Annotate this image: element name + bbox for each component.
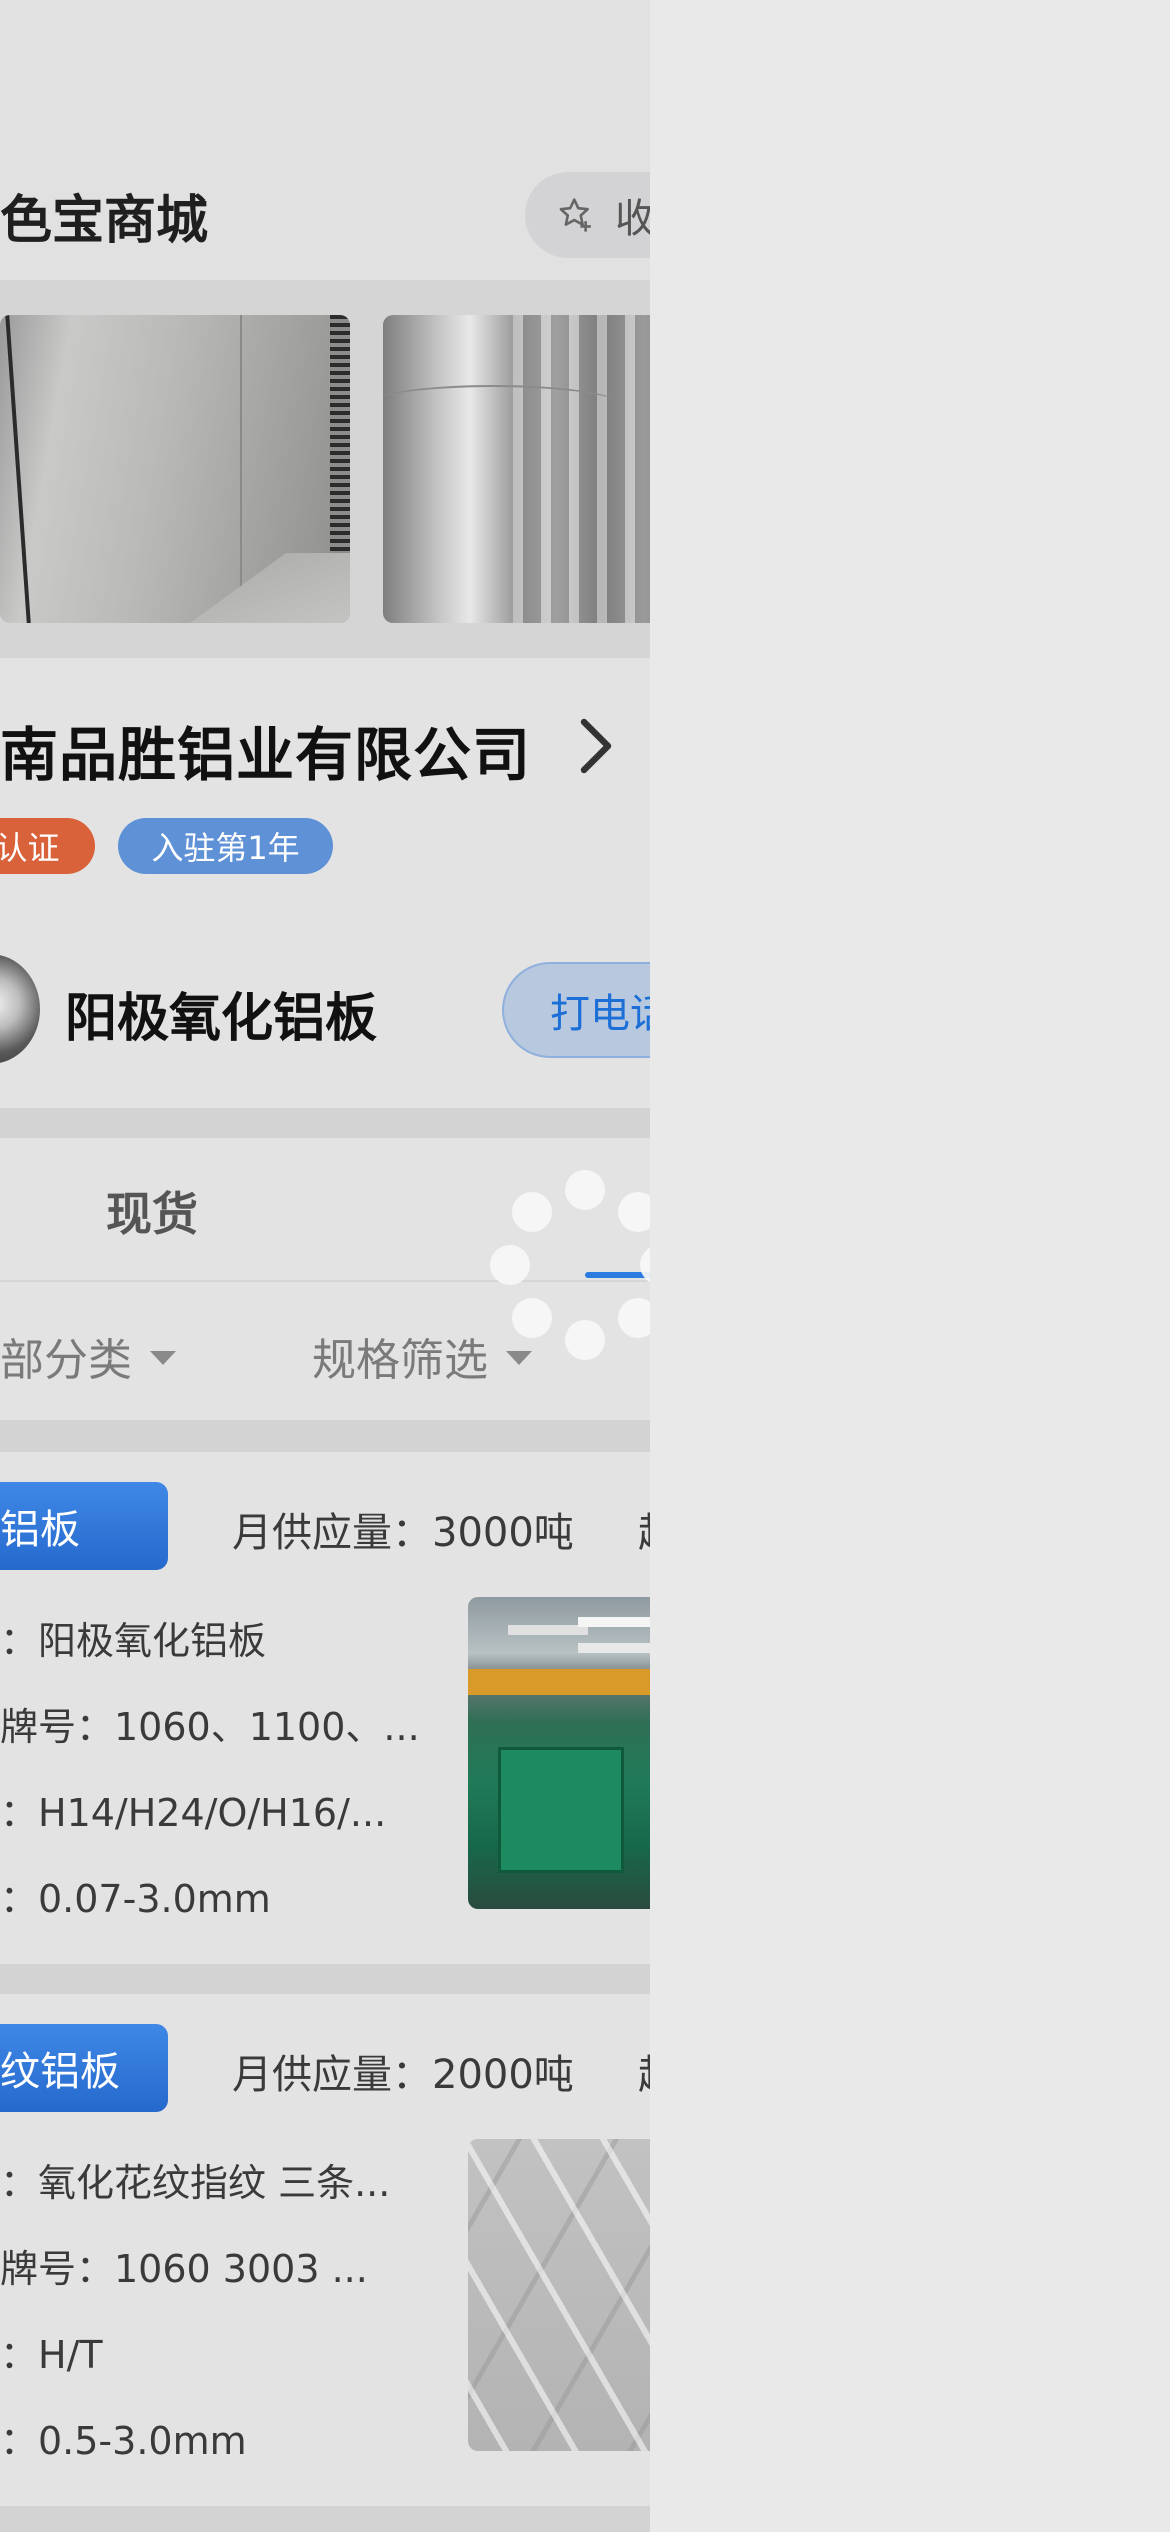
membership-year-badge: 入驻第1年 <box>118 818 333 874</box>
company-name[interactable]: 南品胜铝业有限公司 <box>0 708 531 792</box>
product-category-tag: 纹铝板 <box>0 2024 168 2112</box>
divider <box>0 1420 650 1452</box>
certified-badge: 认证 <box>0 818 95 874</box>
favorite-label: 收 <box>615 196 650 242</box>
mall-title: 色宝商城 <box>0 191 209 251</box>
product-name-line: ：阳极氧化铝板 <box>0 1619 267 1663</box>
loading-spinner-icon <box>490 1170 650 1360</box>
store-header: 色宝商城 收 <box>0 0 650 280</box>
thickness-line: ：0.5-3.0mm <box>0 2419 247 2463</box>
product-name-line: ：氧化花纹指纹 三条... <box>0 2161 391 2205</box>
call-label: 打电话 <box>550 991 650 1037</box>
grade-line: 牌号：1060 3003 ... <box>0 2247 368 2291</box>
company-section: 南品胜铝业有限公司 认证 入驻第1年 阳极氧化铝板 打电话 <box>0 658 650 1108</box>
star-plus-icon <box>559 198 591 232</box>
temper-line: ：H/T <box>0 2333 103 2377</box>
empty-area <box>650 0 1170 2532</box>
category-filter-label: 部分类 <box>0 1335 132 1386</box>
product-card[interactable]: 铝板 月供应量：3000吨 起 ：阳极氧化铝板 牌号：1060、1100、...… <box>0 1452 650 1964</box>
store-page: 色宝商城 收 南品胜铝业有限公司 认证 入驻第1年 阳极氧化铝板 打电话 <box>0 0 650 2532</box>
supply-tail: 起 <box>638 1500 650 1558</box>
product-image[interactable] <box>468 2139 650 2451</box>
featured-product-title: 阳极氧化铝板 <box>65 989 378 1049</box>
column-panel-photo[interactable] <box>383 315 650 623</box>
divider <box>0 1964 650 1994</box>
call-button[interactable]: 打电话 <box>502 962 650 1058</box>
chevron-right-icon[interactable] <box>578 716 614 776</box>
favorite-button[interactable]: 收 <box>525 172 650 258</box>
divider <box>0 2506 650 2532</box>
spec-filter-label: 规格筛选 <box>312 1335 488 1386</box>
avatar <box>0 954 40 1064</box>
monthly-supply: 月供应量：3000吨 <box>232 1510 574 1556</box>
category-filter[interactable]: 部分类 <box>0 1324 176 1388</box>
grade-line: 牌号：1060、1100、... <box>0 1705 420 1749</box>
divider <box>0 1108 650 1138</box>
product-card[interactable]: 纹铝板 月供应量：2000吨 起 ：氧化花纹指纹 三条... 牌号：1060 3… <box>0 1994 650 2506</box>
banner-gallery <box>0 280 650 658</box>
tab-spot-goods[interactable]: 现货 <box>106 1178 198 1244</box>
thickness-line: ：0.07-3.0mm <box>0 1877 271 1921</box>
caret-down-icon <box>150 1351 176 1365</box>
product-category-tag: 铝板 <box>0 1482 168 1570</box>
temper-line: ：H14/H24/O/H16/... <box>0 1791 387 1835</box>
facade-photo[interactable] <box>0 315 350 623</box>
monthly-supply: 月供应量：2000吨 <box>232 2052 574 2098</box>
product-image[interactable] <box>468 1597 650 1909</box>
supply-tail: 起 <box>638 2042 650 2100</box>
